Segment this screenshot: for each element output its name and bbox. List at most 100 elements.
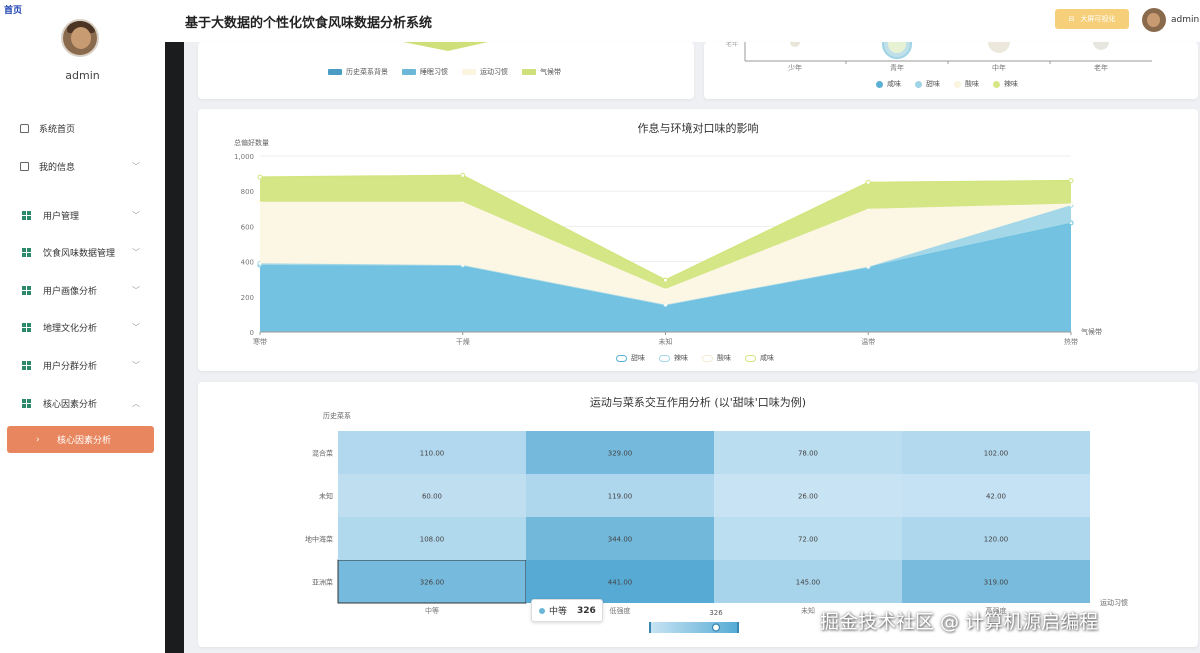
sidebar-item-flavor-data[interactable]: 饮食风味数据管理 ﹀ (0, 242, 165, 262)
avatar[interactable] (61, 19, 99, 57)
chart-tooltip: 中等 326 (531, 599, 603, 622)
tick-label: 地中海菜 (305, 535, 333, 544)
tick-label: 600 (241, 223, 254, 231)
cell-label: 329.00 (608, 450, 633, 458)
header-avatar[interactable] (1142, 8, 1166, 32)
cell-label: 319.00 (984, 579, 1009, 587)
tick-label: 亚洲菜 (312, 578, 333, 587)
visual-map-bar (650, 622, 738, 633)
tick-label: 未知 (319, 492, 333, 501)
legend-item[interactable]: 气候带 (522, 67, 561, 77)
bubble[interactable] (1093, 42, 1109, 50)
tick-label: 青年 (890, 63, 904, 72)
chart-partial-shape (403, 42, 488, 51)
chevron-down-icon: ﹀ (132, 247, 140, 257)
header: 基于大数据的个性化饮食风味数据分析系统 ⊟ 大屏可视化 admin (165, 0, 1200, 42)
sidebar-item-label: 核心因素分析 (43, 399, 98, 410)
cell-label: 326.00 (420, 579, 445, 587)
tick-label: 中等 (425, 606, 439, 615)
data-point (663, 277, 668, 283)
sidebar-item-home[interactable]: 系统首页 (0, 118, 165, 138)
divider (165, 42, 184, 653)
legend-item[interactable]: 咸味 (876, 79, 901, 89)
chevron-down-icon: ﹀ (132, 161, 140, 171)
legend-item[interactable]: 辣味 (659, 353, 688, 363)
data-point (865, 179, 871, 185)
sidebar-item-label: 用户分群分析 (43, 361, 98, 372)
tick-label: 未知 (801, 606, 815, 615)
watermark: 掘金技术社区 @ 计算机源启编程 (820, 611, 1099, 633)
sidebar: 首页 admin 系统首页 我的信息 ﹀ 用户管理 ﹀ 饮食风味数据管理 ﹀ 用… (0, 0, 165, 653)
cell-label: 102.00 (984, 450, 1009, 458)
bubble[interactable] (790, 42, 800, 47)
sidebar-username: admin (65, 69, 100, 82)
visual-map-indicator (711, 623, 721, 632)
info-icon (20, 161, 29, 171)
axis-title: 运动习惯 (1100, 598, 1128, 607)
tick-label: 混合菜 (312, 449, 333, 458)
sidebar-item-label: 我的信息 (39, 162, 76, 173)
bigscreen-button[interactable]: ⊟ 大屏可视化 (1055, 9, 1129, 29)
legend-item[interactable]: 睡眠习惯 (402, 67, 448, 77)
tick-label: 低强度 (610, 606, 631, 615)
top-right-chart: 老年 少年 青年 中年 老年 (726, 42, 1152, 72)
data-point (1068, 178, 1074, 184)
sidebar-subitem-label: 核心因素分析 (57, 436, 112, 446)
chart-legend: 历史菜系背景 睡眠习惯 运动习惯 气候带 (328, 67, 575, 77)
cell-label: 120.00 (984, 536, 1009, 544)
tick-label: 热带 (1064, 337, 1078, 346)
tick-label: 400 (241, 259, 254, 267)
legend-item[interactable]: 历史菜系背景 (328, 67, 388, 77)
tick-label: 未知 (659, 337, 673, 346)
axis-title: 总偏好数量 (234, 138, 269, 147)
tick-label: 800 (241, 188, 254, 196)
app-title: 基于大数据的个性化饮食风味数据分析系统 (185, 16, 433, 31)
sidebar-item-geo-culture[interactable]: 地理文化分析 ﹀ (0, 317, 165, 337)
sidebar-item-core-factors[interactable]: 核心因素分析 ︿ (0, 393, 165, 413)
tooltip-label: 中等 (549, 607, 568, 617)
sidebar-subitem-core-factors[interactable]: › 核心因素分析 (7, 426, 154, 453)
chevron-up-icon: ︿ (132, 398, 140, 408)
cell-label: 26.00 (798, 493, 818, 501)
axis-title: 历史菜系 (323, 411, 351, 420)
legend-item[interactable]: 运动习惯 (462, 67, 508, 77)
tick-label: 干燥 (456, 337, 470, 346)
sidebar-item-user-profile[interactable]: 用户画像分析 ﹀ (0, 280, 165, 300)
area-chart: 总偏好数量气候带 0 200 400 600 800 1,000 寒带 干燥 未知 温带 热带 (234, 138, 1102, 346)
legend-item[interactable]: 酸味 (702, 353, 731, 363)
legend-item[interactable]: 辣味 (993, 79, 1018, 89)
sidebar-item-label: 用户画像分析 (43, 286, 98, 297)
legend-item[interactable]: 甜味 (915, 79, 940, 89)
home-icon (20, 123, 29, 133)
cell-label: 119.00 (608, 493, 633, 501)
sidebar-item-user-management[interactable]: 用户管理 ﹀ (0, 205, 165, 225)
tick-label: 寒带 (253, 337, 267, 346)
cell-label: 42.00 (986, 493, 1006, 501)
cell-label: 441.00 (608, 579, 633, 587)
sidebar-item-user-clusters[interactable]: 用户分群分析 ﹀ (0, 355, 165, 375)
grid-icon (22, 247, 31, 257)
visual-map-value: 326 (709, 609, 723, 617)
sidebar-item-my-info[interactable]: 我的信息 ﹀ (0, 156, 165, 176)
data-point (460, 172, 466, 178)
cell-label: 72.00 (798, 536, 818, 544)
legend-item[interactable]: 酸味 (954, 79, 979, 89)
cell-label: 145.00 (796, 579, 821, 587)
tick-label: 少年 (788, 63, 802, 72)
legend-item[interactable]: 咸味 (745, 353, 774, 363)
grid-icon (22, 398, 31, 408)
header-username[interactable]: admin (1171, 15, 1199, 25)
axis-title: 气候带 (1081, 327, 1102, 336)
cell-label: 110.00 (420, 450, 445, 458)
tick-label: 1,000 (234, 153, 254, 161)
grid-icon (22, 322, 31, 332)
legend-item[interactable]: 甜味 (616, 353, 645, 363)
chevron-down-icon: ﹀ (132, 285, 140, 295)
bubble[interactable] (988, 42, 1010, 53)
cell-label: 78.00 (798, 450, 818, 458)
chart-card-area: 作息与环境对口味的影响 总偏好数量 气候带 0 200 400 600 800 1,000 寒带… (198, 109, 1198, 371)
chart-card-top-right: 老年 少年 青年 中年 老年 咸味 甜味 酸味 辣味 (704, 42, 1198, 99)
monitor-icon: ⊟ (1068, 15, 1075, 23)
grid-icon (22, 210, 31, 220)
bigscreen-label: 大屏可视化 (1080, 15, 1116, 23)
